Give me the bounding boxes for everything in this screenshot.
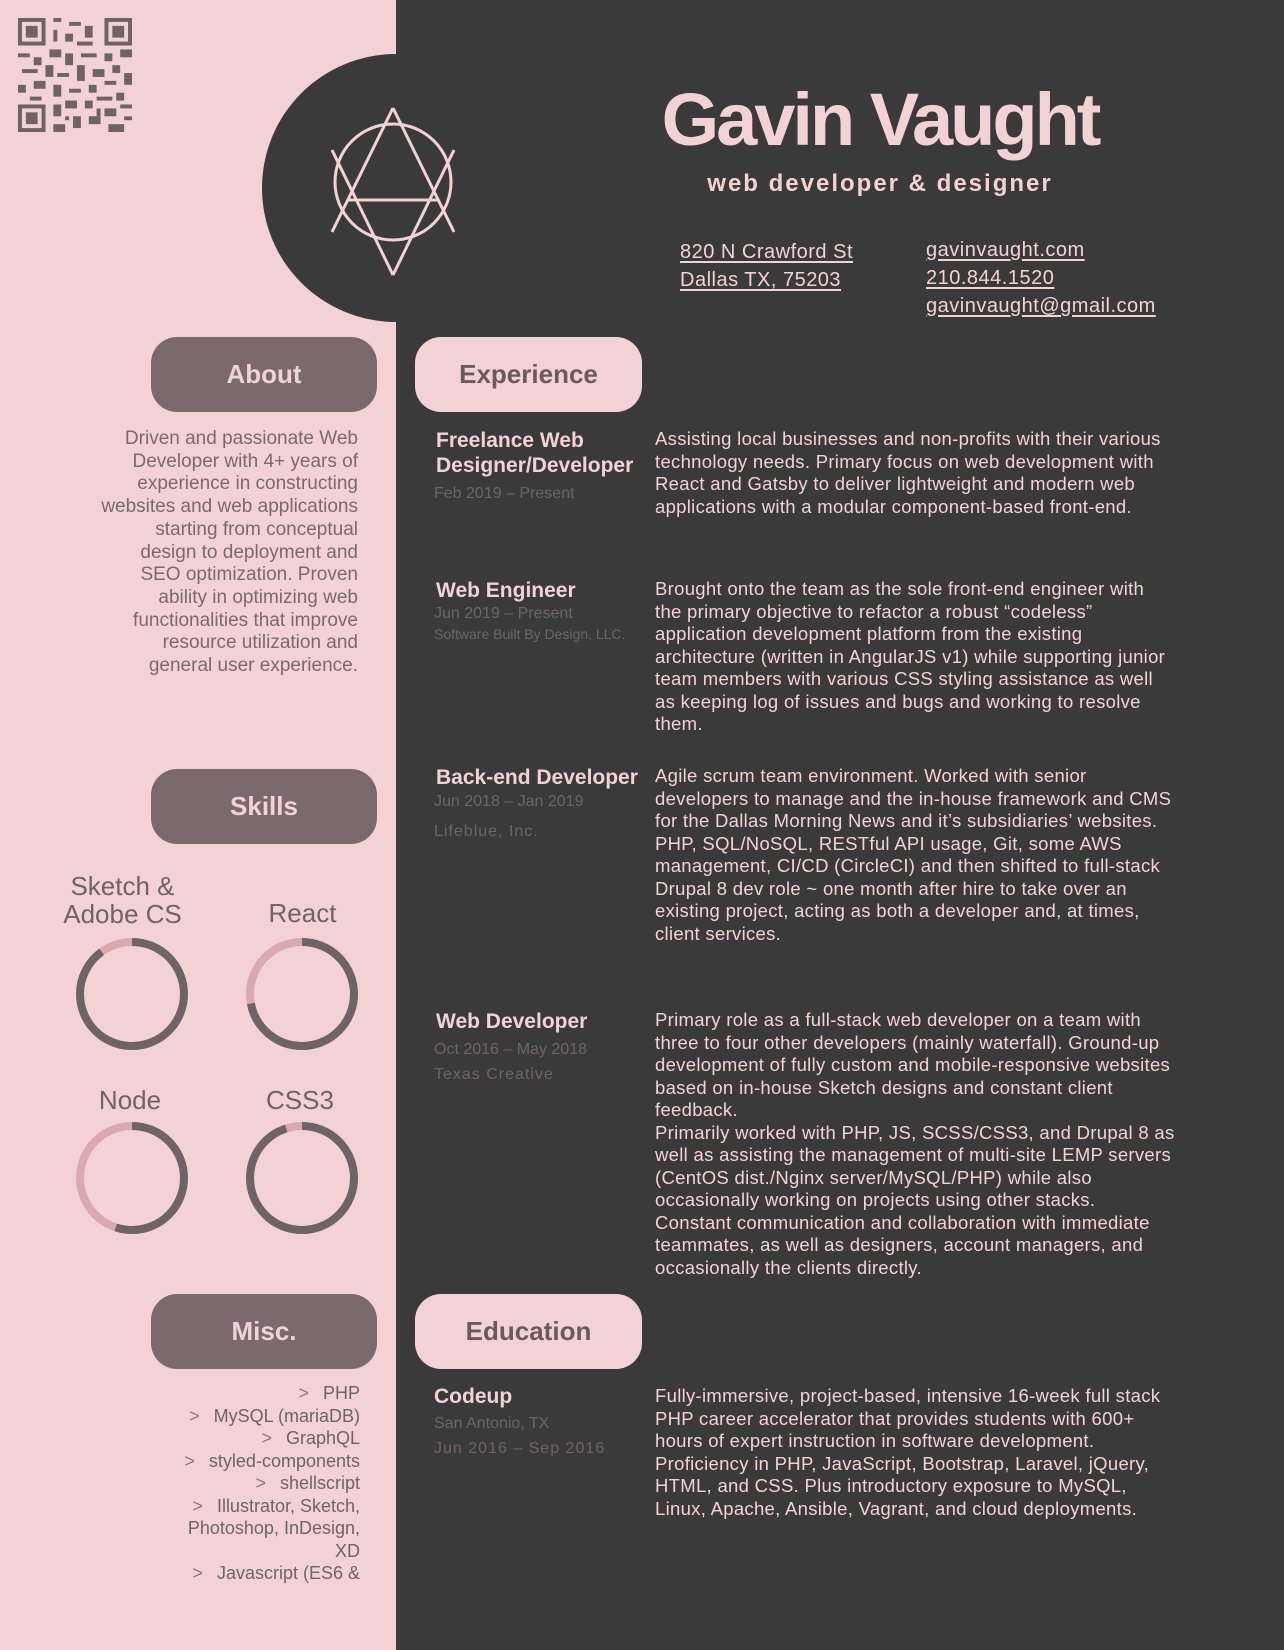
about-text: Driven and passionate Web Developer with…	[101, 428, 358, 677]
skill-ring-level	[246, 1122, 358, 1234]
skills-heading: Skills	[151, 769, 377, 844]
skill-ring-css3	[246, 1122, 358, 1234]
list-item: > PHP	[298, 1383, 360, 1403]
list-item: Photoshop, InDesign,	[187, 1518, 360, 1538]
list-item: > MySQL (mariaDB)	[189, 1405, 360, 1426]
job-company: Texas Creative	[434, 1066, 554, 1083]
skill-label-node: Node	[98, 1085, 162, 1115]
job-title: Web Developer	[436, 1010, 588, 1033]
school-location: San Antonio, TX	[434, 1415, 550, 1432]
list-item: > GraphQL	[261, 1428, 360, 1448]
skill-label-sketch: Sketch & Adobe CS	[63, 871, 182, 929]
job-description: Primary role as a full-stack web develop…	[655, 1009, 1175, 1278]
email-link[interactable]: gavinvaught@gmail.com	[926, 292, 1156, 320]
person-name: Gavin Vaught	[661, 78, 1102, 161]
skill-label-css3: CSS3	[266, 1085, 334, 1115]
job-company: Lifeblue, Inc.	[434, 823, 539, 840]
skill-ring-level	[76, 938, 188, 1050]
monogram-logo-icon	[330, 107, 456, 276]
job-title: Web Engineer	[436, 579, 576, 602]
job-dates: Oct 2016 – May 2018	[434, 1041, 587, 1058]
job-title: Freelance Web Designer/Developer	[436, 429, 634, 477]
qr-code-icon	[18, 18, 132, 132]
contact-links: gavinvaught.com 210.844.1520 gavinvaught…	[926, 236, 1156, 320]
job-dates: Feb 2019 – Present	[434, 485, 575, 502]
job-description: Assisting local businesses and non-profi…	[655, 428, 1161, 517]
address-block: 820 N Crawford St Dallas TX, 75203	[680, 238, 853, 294]
misc-list: > PHP > MySQL (mariaDB) > GraphQL > styled-c…	[130, 1382, 360, 1585]
list-item: XD	[334, 1540, 360, 1561]
job-description: Agile scrum team environment. Worked wit…	[655, 765, 1172, 944]
skill-label-react: React	[268, 898, 337, 928]
education-description: Fully-immersive, project-based, intensiv…	[655, 1385, 1161, 1519]
list-item: > styled-components	[184, 1450, 360, 1471]
job-subtitle: web developer & designer	[707, 170, 1053, 197]
misc-heading: Misc.	[151, 1294, 377, 1369]
address-city[interactable]: Dallas TX, 75203	[680, 266, 853, 294]
education-heading: Education	[415, 1294, 642, 1369]
school-dates: Jun 2016 – Sep 2016	[434, 1440, 606, 1457]
job-title: Back-end Developer	[436, 766, 638, 789]
phone-link[interactable]: 210.844.1520	[926, 264, 1156, 292]
skill-ring-node	[76, 1122, 188, 1234]
job-description: Brought onto the team as the sole front-…	[655, 578, 1166, 734]
list-item: > shellscript	[255, 1473, 360, 1493]
job-dates: Jun 2018 – Jan 2019	[434, 793, 584, 810]
list-item: > Javascript (ES6 &	[192, 1563, 360, 1583]
website-link[interactable]: gavinvaught.com	[926, 236, 1156, 264]
job-dates: Jun 2019 – Present	[434, 605, 573, 622]
skill-ring-sketch	[76, 938, 188, 1050]
about-heading: About	[151, 337, 377, 412]
school-name: Codeup	[434, 1385, 513, 1408]
job-company: Software Built By Design, LLC.	[434, 626, 626, 642]
skill-ring-react	[246, 938, 358, 1050]
list-item: > Illustrator, Sketch,	[192, 1495, 360, 1516]
experience-heading: Experience	[415, 337, 642, 412]
address-street[interactable]: 820 N Crawford St	[680, 238, 853, 266]
